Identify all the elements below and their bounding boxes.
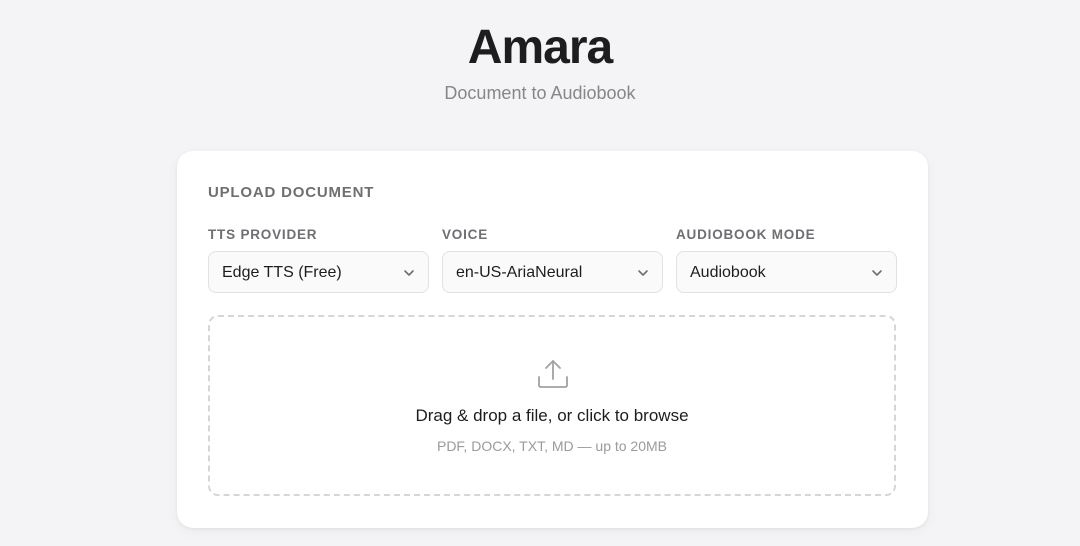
chevron-down-icon: [872, 270, 882, 276]
dropzone-title: Drag & drop a file, or click to browse: [415, 406, 689, 425]
file-dropzone[interactable]: Drag & drop a file, or click to browse P…: [208, 315, 896, 496]
upload-icon: [538, 360, 568, 388]
chevron-down-icon: [404, 270, 414, 276]
audiobook-mode-label: AUDIOBOOK MODE: [676, 227, 816, 242]
audiobook-mode-select[interactable]: Audiobook: [676, 251, 897, 293]
audiobook-mode-field: AUDIOBOOK MODE Audiobook: [676, 227, 897, 293]
app-title: Amara: [467, 21, 613, 74]
voice-label: VOICE: [442, 227, 489, 242]
upload-card: UPLOAD DOCUMENT TTS PROVIDER Edge TTS (F…: [177, 151, 928, 528]
voice-value: en-US-AriaNeural: [456, 264, 583, 281]
dropzone-hint: PDF, DOCX, TXT, MD — up to 20MB: [436, 438, 668, 454]
app-subtitle: Document to Audiobook: [444, 83, 636, 103]
section-title: UPLOAD DOCUMENT: [208, 184, 375, 201]
audiobook-mode-value: Audiobook: [690, 264, 766, 281]
tts-provider-field: TTS PROVIDER Edge TTS (Free): [208, 227, 429, 293]
chevron-down-icon: [638, 270, 648, 276]
tts-provider-label: TTS PROVIDER: [208, 227, 318, 242]
voice-field: VOICE en-US-AriaNeural: [442, 227, 663, 293]
tts-provider-value: Edge TTS (Free): [222, 264, 342, 281]
voice-select[interactable]: en-US-AriaNeural: [442, 251, 663, 293]
tts-provider-select[interactable]: Edge TTS (Free): [208, 251, 429, 293]
